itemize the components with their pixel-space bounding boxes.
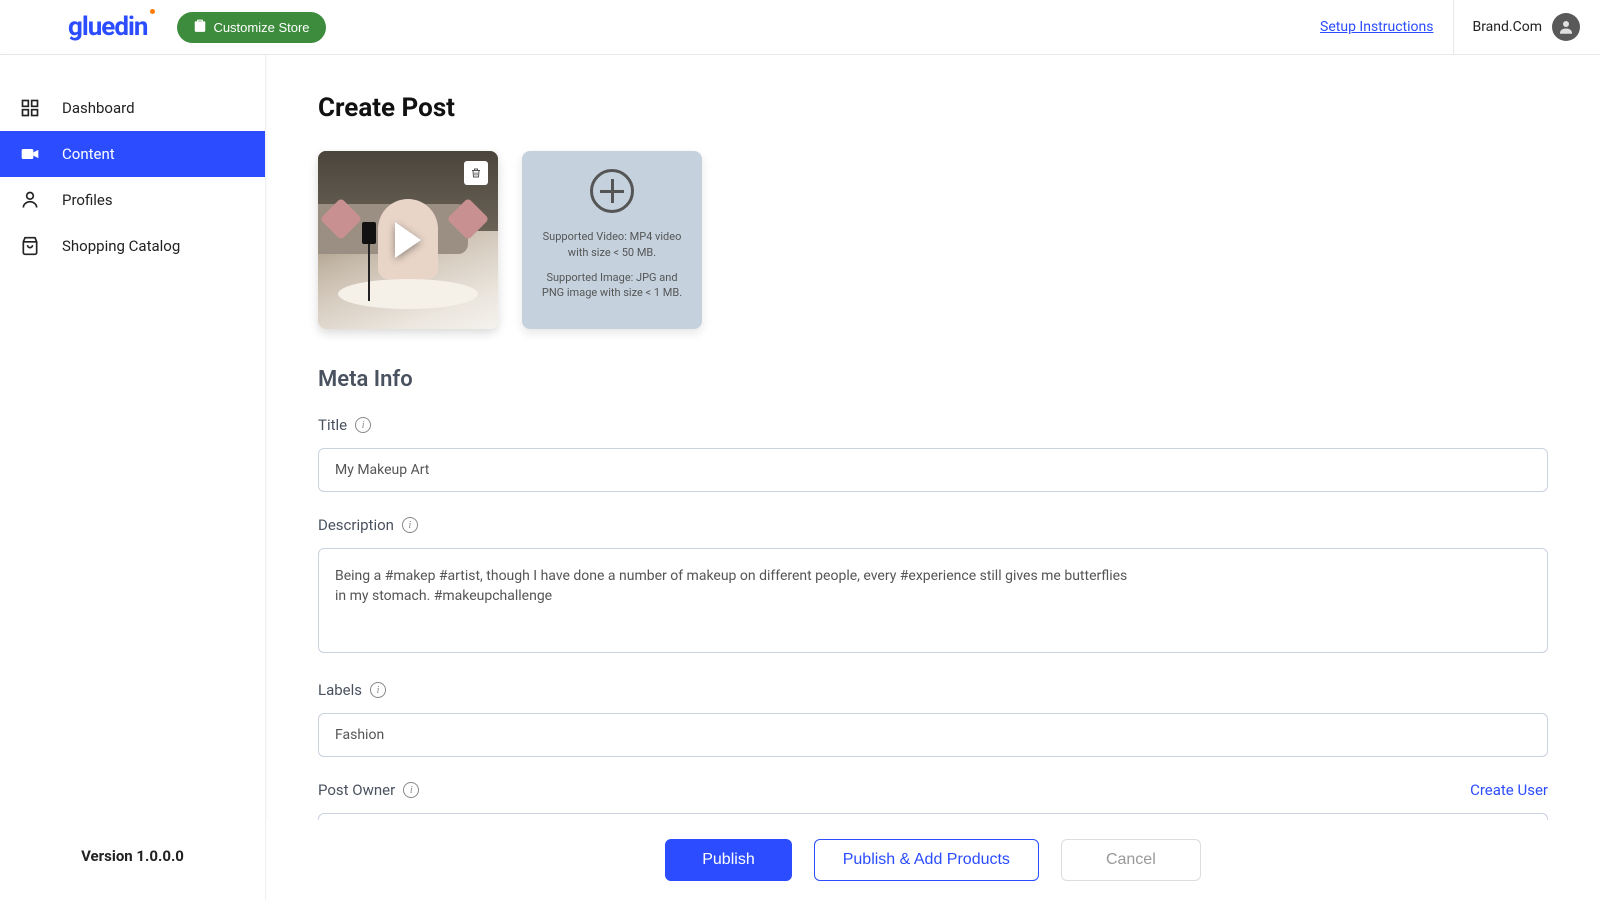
main-content: Create Post Supported Video: MP4 video w… (266, 55, 1600, 900)
cancel-button[interactable]: Cancel (1061, 839, 1201, 881)
dashboard-icon (20, 98, 40, 118)
info-icon[interactable]: i (402, 517, 418, 533)
brand-name: Brand.Com (1472, 19, 1542, 35)
post-owner-label-row: Post Owner i Create User (318, 781, 1548, 799)
upload-media-box[interactable]: Supported Video: MP4 video with size < 5… (522, 151, 702, 329)
version-label: Version 1.0.0.0 (0, 847, 265, 900)
sidebar-item-label: Shopping Catalog (62, 237, 180, 255)
sidebar-item-profiles[interactable]: Profiles (0, 177, 265, 223)
sidebar-item-label: Profiles (62, 191, 113, 209)
sidebar-item-label: Content (62, 145, 115, 163)
page-title: Create Post (318, 93, 1548, 123)
delete-media-button[interactable] (464, 161, 488, 185)
header-left: gluedin Customize Store (68, 12, 326, 43)
play-icon (395, 222, 421, 258)
sidebar: Dashboard Content Profiles Shopping Cata… (0, 55, 266, 900)
meta-info-heading: Meta Info (318, 367, 1548, 392)
upload-video-hint: Supported Video: MP4 video with size < 5… (536, 229, 688, 260)
info-icon[interactable]: i (370, 682, 386, 698)
upload-image-hint: Supported Image: JPG and PNG image with … (536, 270, 688, 301)
header-right: Setup Instructions Brand.Com (1320, 0, 1580, 55)
labels-input[interactable] (318, 713, 1548, 757)
trash-icon (470, 166, 482, 180)
description-label-row: Description i (318, 516, 1548, 534)
labels-label-row: Labels i (318, 681, 1548, 699)
title-label-row: Title i (318, 416, 1548, 434)
title-label: Title (318, 416, 347, 434)
publish-button[interactable]: Publish (665, 839, 791, 881)
sidebar-item-shopping-catalog[interactable]: Shopping Catalog (0, 223, 265, 269)
info-icon[interactable]: i (403, 782, 419, 798)
brand-account[interactable]: Brand.Com (1453, 0, 1580, 55)
sidebar-item-dashboard[interactable]: Dashboard (0, 85, 265, 131)
avatar-icon (1552, 13, 1580, 41)
logo-dot-icon (150, 9, 155, 14)
media-row: Supported Video: MP4 video with size < 5… (318, 151, 1548, 329)
customize-store-label: Customize Store (213, 20, 309, 35)
customize-store-button[interactable]: Customize Store (177, 12, 325, 43)
publish-add-products-button[interactable]: Publish & Add Products (814, 839, 1039, 881)
plus-circle-icon (590, 169, 634, 213)
shopping-bag-icon (20, 236, 40, 256)
setup-instructions-link[interactable]: Setup Instructions (1320, 19, 1433, 35)
description-input[interactable] (318, 548, 1548, 653)
footer-actions: Publish Publish & Add Products Cancel (266, 820, 1600, 900)
post-owner-label-group: Post Owner i (318, 781, 419, 799)
description-label: Description (318, 516, 394, 534)
sidebar-nav: Dashboard Content Profiles Shopping Cata… (0, 85, 265, 269)
shopify-bag-icon (193, 19, 207, 36)
sidebar-item-label: Dashboard (62, 99, 135, 117)
info-icon[interactable]: i (355, 417, 371, 433)
logo-text: gluedin (68, 12, 147, 42)
title-input[interactable] (318, 448, 1548, 492)
post-owner-label: Post Owner (318, 781, 395, 799)
video-icon (20, 144, 40, 164)
person-icon (20, 190, 40, 210)
sidebar-item-content[interactable]: Content (0, 131, 265, 177)
labels-label: Labels (318, 681, 362, 699)
create-user-link[interactable]: Create User (1470, 781, 1548, 799)
video-thumbnail[interactable] (318, 151, 498, 329)
header: gluedin Customize Store Setup Instructio… (0, 0, 1600, 55)
logo[interactable]: gluedin (68, 12, 147, 42)
